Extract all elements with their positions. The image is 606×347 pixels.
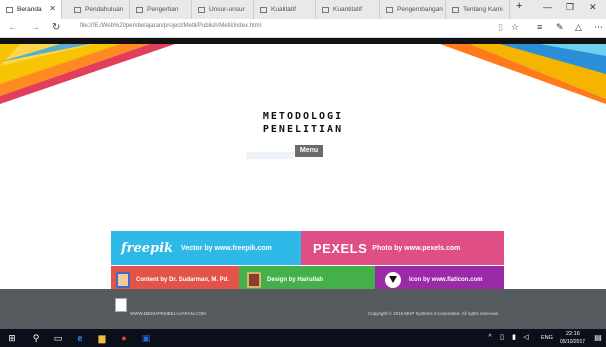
more-icon[interactable]: ⋯ xyxy=(594,22,603,33)
new-tab-button[interactable]: + xyxy=(516,0,522,12)
maximize-button[interactable]: ❐ xyxy=(566,2,574,13)
tab-pendahuluan[interactable]: Pendahuluan xyxy=(68,0,130,19)
pexels-credit-text: Photo by www.pexels.com xyxy=(372,244,461,252)
close-icon[interactable]: ✕ xyxy=(49,4,56,13)
freepik-credit[interactable]: freepik Vector by www.freepik.com xyxy=(111,231,301,265)
footer-copyright: Copyright © 2016 MHP Systems Incorporate… xyxy=(368,311,499,316)
page-icon xyxy=(386,6,393,13)
tab-label: Pendahuluan xyxy=(85,6,124,13)
task-view-icon[interactable]: ▭ xyxy=(52,332,64,344)
page-icon xyxy=(322,6,329,13)
browser-tab-bar: Beranda ✕ Pendahuluan Pengertian Unsur-u… xyxy=(0,0,606,19)
chrome-icon[interactable]: ● xyxy=(118,332,130,344)
share-icon[interactable]: △ xyxy=(575,22,582,33)
faded-link xyxy=(246,152,294,159)
battery-icon[interactable]: ▮ xyxy=(508,332,520,344)
refresh-icon[interactable]: ↻ xyxy=(52,22,60,33)
tab-kuantitatif[interactable]: Kuantitatif xyxy=(316,0,380,19)
reading-view-icon[interactable]: ▯ xyxy=(498,22,503,33)
tab-label: Unsur-unsur xyxy=(209,6,245,13)
designer-credit-text: Design by Hairullah xyxy=(267,276,324,283)
flaticon-logo-icon xyxy=(385,271,401,288)
windows-start-icon[interactable]: ⊞ xyxy=(6,332,18,344)
taskbar: ⊞ ⚲ ▭ e ▆ ● ▣ ^ ▯ ▮ ◁ ENG 22:16 05/10/20… xyxy=(0,329,606,347)
tab-label: Tentang Kami xyxy=(463,6,503,13)
footer-site[interactable]: WWW.MEDIAPEMBELAJARAN.COM xyxy=(130,311,206,316)
tab-label: Pengertian xyxy=(147,6,179,13)
freepik-credit-text: Vector by www.freepik.com xyxy=(181,244,272,252)
page-icon xyxy=(452,6,459,13)
address-bar: ← → ↻ file:///E:/Web%20pembelajaran/proj… xyxy=(0,19,606,38)
page-icon xyxy=(198,6,205,13)
decorative-stripes xyxy=(0,44,606,104)
title-line-1: METODOLOGI xyxy=(262,111,344,122)
title-line-2: PENELITIAN xyxy=(262,124,344,135)
minimize-button[interactable]: — xyxy=(543,2,552,12)
hub-icon[interactable]: ≡ xyxy=(537,22,542,32)
page-title: METODOLOGI PENELITIAN xyxy=(230,110,376,136)
edge-icon[interactable]: e xyxy=(74,332,86,344)
page-footer: WWW.MEDIAPEMBELAJARAN.COM Copyright © 20… xyxy=(0,289,606,329)
tab-label: Kualitatif xyxy=(271,6,296,13)
tab-beranda[interactable]: Beranda ✕ xyxy=(0,0,62,19)
author-credit-text: Content by Dr. Sudarman, M. Pd. xyxy=(136,276,230,283)
back-icon[interactable]: ← xyxy=(8,22,18,33)
tab-unsur-unsur[interactable]: Unsur-unsur xyxy=(192,0,254,19)
volume-icon[interactable]: ◁ xyxy=(520,332,532,344)
favorite-star-icon[interactable]: ☆ xyxy=(511,22,519,33)
notification-icon[interactable]: ▤ xyxy=(592,332,604,344)
web-note-icon[interactable]: ✎ xyxy=(556,22,564,33)
freepik-logo: freepik xyxy=(121,240,174,256)
tab-tentang-kami[interactable]: Tentang Kami xyxy=(446,0,510,19)
designer-avatar xyxy=(247,271,261,288)
tab-pengembangan[interactable]: Pengembangan xyxy=(380,0,446,19)
page-icon xyxy=(74,6,81,13)
tab-pengertian[interactable]: Pengertian xyxy=(130,0,192,19)
file-explorer-icon[interactable]: ▆ xyxy=(96,332,108,344)
word-icon[interactable]: ▣ xyxy=(140,332,152,344)
site-logo-icon xyxy=(115,298,127,312)
tab-label: Pengembangan xyxy=(397,6,443,13)
tab-kualitatif[interactable]: Kualitatif xyxy=(254,0,316,19)
menu-button[interactable]: Menu xyxy=(295,145,323,157)
author-avatar xyxy=(116,271,130,288)
page-icon xyxy=(136,6,143,13)
language-indicator[interactable]: ENG xyxy=(541,335,553,341)
network-icon[interactable]: ▯ xyxy=(496,332,508,344)
pexels-credit[interactable]: PEXELS Photo by www.pexels.com xyxy=(301,231,504,265)
page-content: METODOLOGI PENELITIAN Menu freepik Vecto… xyxy=(0,38,606,329)
page-icon xyxy=(260,6,267,13)
forward-icon[interactable]: → xyxy=(30,22,40,33)
clock-time[interactable]: 22:16 xyxy=(566,331,580,337)
flaticon-credit-text: Icon by www.flaticon.com xyxy=(409,276,483,283)
pexels-logo: PEXELS xyxy=(313,240,368,256)
tray-expand-icon[interactable]: ^ xyxy=(484,332,496,344)
clock-date[interactable]: 05/10/2017 xyxy=(560,339,585,345)
url-field[interactable]: file:///E:/Web%20pembelajaran/project/Me… xyxy=(80,23,261,29)
search-icon[interactable]: ⚲ xyxy=(30,332,42,344)
window-close-button[interactable]: ✕ xyxy=(589,2,597,13)
tab-label: Kuantitatif xyxy=(333,6,362,13)
tab-label: Beranda xyxy=(17,6,42,13)
page-icon xyxy=(6,6,13,13)
